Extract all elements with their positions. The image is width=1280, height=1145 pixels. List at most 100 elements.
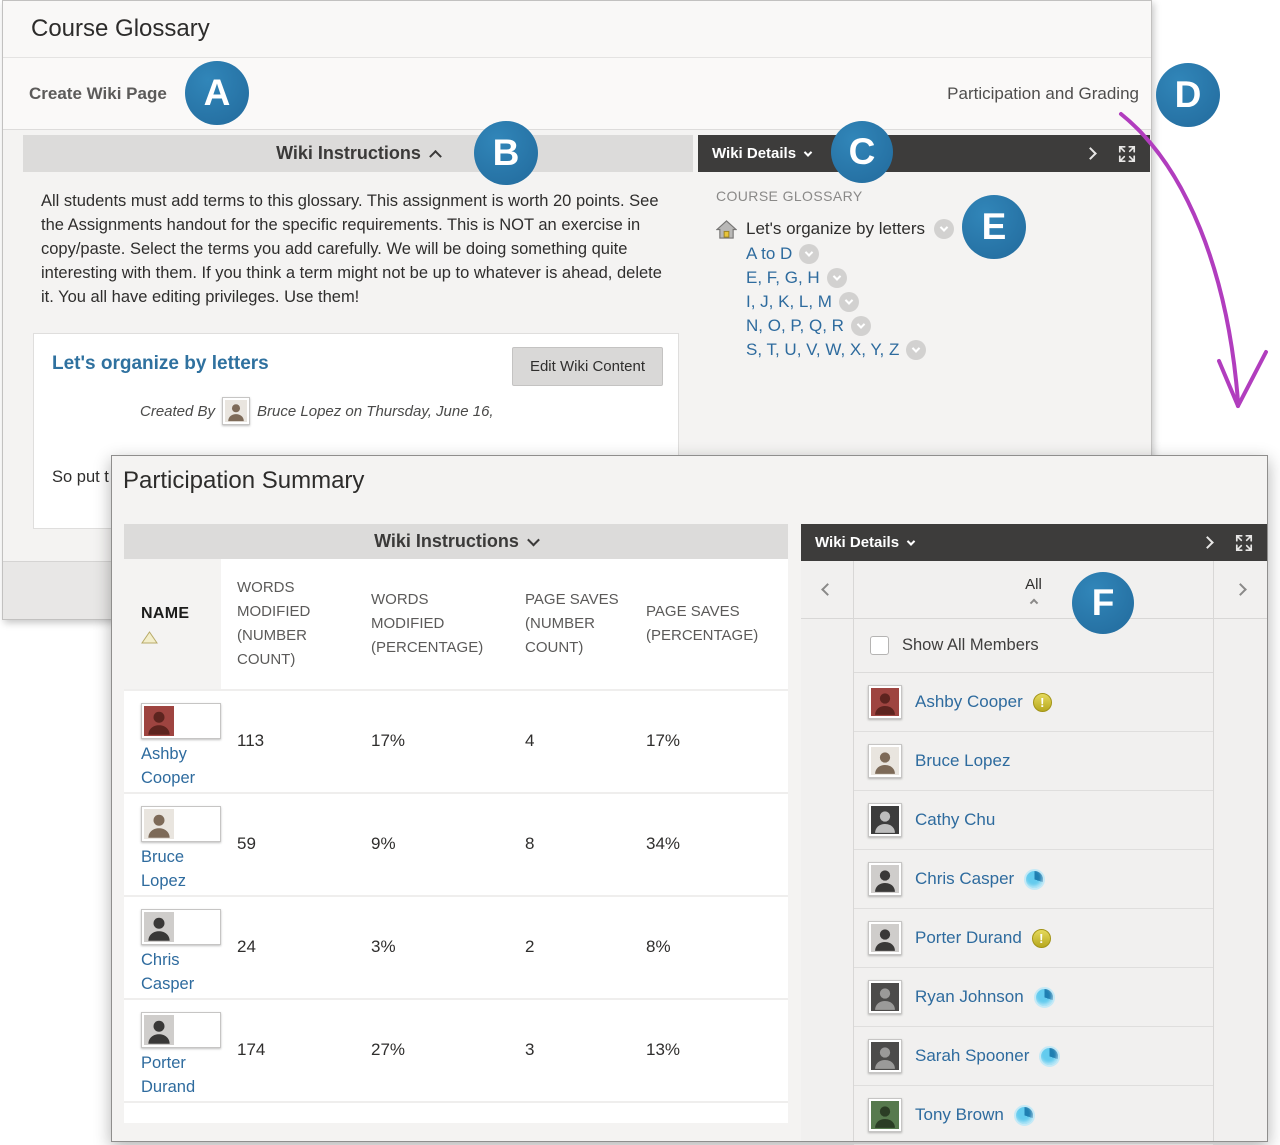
expand-icon[interactable] <box>1235 534 1253 552</box>
table-cell: 174 <box>221 1000 353 1101</box>
member-link[interactable]: Porter Durand <box>915 928 1022 948</box>
previous-page-button[interactable] <box>801 561 853 619</box>
tree-page-item: N, O, P, Q, R <box>746 315 1132 336</box>
next-page-button[interactable] <box>1214 561 1267 619</box>
member-link[interactable]: Bruce Lopez <box>915 751 1010 771</box>
chevron-down-icon[interactable] <box>839 292 859 312</box>
wiki-pages-tree: COURSE GLOSSARY Let's organize by letter… <box>698 172 1150 360</box>
chevron-up-icon <box>429 150 442 163</box>
show-all-members-label: Show All Members <box>902 636 1039 655</box>
avatar <box>868 744 902 778</box>
wiki-page-link[interactable]: I, J, K, L, M <box>746 291 832 312</box>
member-link[interactable]: Ryan Johnson <box>915 987 1024 1007</box>
avatar <box>868 1098 902 1132</box>
avatar <box>868 862 902 896</box>
show-all-members-checkbox[interactable] <box>870 636 889 655</box>
column-header[interactable]: PAGE SAVES (NUMBER COUNT) <box>509 559 633 689</box>
chevron-down-icon[interactable] <box>851 316 871 336</box>
wiki-home-page-link[interactable]: Let's organize by letters <box>746 219 925 239</box>
wiki-details-section: Wiki Details All Show All M <box>801 524 1267 1141</box>
wiki-instructions-header[interactable]: Wiki Instructions <box>23 135 693 172</box>
callout-badge-a: A <box>185 61 249 125</box>
page-title: Course Glossary <box>31 15 210 43</box>
create-wiki-page-button[interactable]: Create Wiki Page <box>29 84 167 104</box>
member-link[interactable]: Chris Casper <box>915 869 1014 889</box>
avatar <box>868 980 902 1014</box>
chevron-down-icon[interactable] <box>827 268 847 288</box>
avatar <box>141 806 221 842</box>
callout-badge-d: D <box>1156 63 1220 127</box>
created-by-line: Created By Bruce Lopez on Thursday, June… <box>140 397 660 426</box>
tree-root-item: Let's organize by letters <box>716 219 1132 239</box>
avatar <box>141 703 221 739</box>
column-header-name[interactable]: NAME <box>124 559 221 689</box>
member-row: Tony Brown <box>854 1086 1213 1145</box>
wiki-page-link[interactable]: S, T, U, V, W, X, Y, Z <box>746 339 899 360</box>
members-panel-main: All Show All Members Ashby Cooper! Bruce … <box>854 561 1213 1141</box>
callout-badge-e: E <box>962 195 1026 259</box>
member-link[interactable]: Porter Durand <box>141 1051 207 1099</box>
avatar-image <box>144 1015 174 1045</box>
avatar <box>141 1012 221 1048</box>
table-cell: 2 <box>509 897 633 998</box>
wiki-page-link[interactable]: E, F, G, H <box>746 267 820 288</box>
avatar <box>222 397 250 425</box>
column-header[interactable]: WORDS MODIFIED (PERCENTAGE) <box>353 559 509 689</box>
table-cell: 3% <box>353 897 509 998</box>
members-panel: All Show All Members Ashby Cooper! Bruce … <box>801 561 1267 1141</box>
avatar-image <box>871 924 899 952</box>
wiki-instructions-title: Wiki Instructions <box>374 531 519 552</box>
member-link[interactable]: Bruce Lopez <box>141 845 207 893</box>
participation-table: NAME WORDS MODIFIED (NUMBER COUNT) WORDS… <box>124 559 788 1123</box>
collapse-panel-icon[interactable] <box>1203 538 1212 547</box>
chevron-down-icon <box>527 534 540 547</box>
callout-badge-c: C <box>831 121 893 183</box>
chevron-down-icon[interactable] <box>934 219 954 239</box>
wiki-instructions-header-overlay[interactable]: Wiki Instructions <box>124 524 788 559</box>
chevron-down-icon[interactable] <box>799 244 819 264</box>
wiki-page-link[interactable]: N, O, P, Q, R <box>746 315 844 336</box>
show-all-members-row: Show All Members <box>854 619 1213 673</box>
wiki-details-title[interactable]: Wiki Details <box>815 534 899 551</box>
chevron-down-icon[interactable] <box>906 340 926 360</box>
collapse-panel-icon[interactable] <box>1086 149 1095 158</box>
avatar-image <box>871 983 899 1011</box>
filter-selected-value: All <box>1025 576 1042 593</box>
filter-selector[interactable]: All <box>854 561 1213 619</box>
column-header[interactable]: PAGE SAVES (PERCENTAGE) <box>633 559 788 689</box>
avatar <box>868 685 902 719</box>
chevron-down-icon <box>804 148 812 156</box>
member-link[interactable]: Chris Casper <box>141 948 207 996</box>
avatar <box>868 1039 902 1073</box>
participation-table-section: Wiki Instructions NAME WORDS MODIFIED (N… <box>124 524 788 1141</box>
table-cell: 113 <box>221 691 353 792</box>
avatar-image <box>871 865 899 893</box>
participation-and-grading-link[interactable]: Participation and Grading <box>947 84 1139 104</box>
pie-chart-icon <box>1014 1105 1035 1126</box>
member-link[interactable]: Tony Brown <box>915 1105 1004 1125</box>
member-link[interactable]: Ashby Cooper <box>141 742 207 790</box>
action-bar: Create Wiki Page Participation and Gradi… <box>3 58 1151 130</box>
member-link[interactable]: Sarah Spooner <box>915 1046 1029 1066</box>
member-link[interactable]: Ashby Cooper <box>915 692 1023 712</box>
warning-icon: ! <box>1032 929 1051 948</box>
pie-chart-icon <box>1034 987 1055 1008</box>
wiki-details-header-overlay: Wiki Details <box>801 524 1267 561</box>
table-cell: 8 <box>509 794 633 895</box>
wiki-page-link[interactable]: A to D <box>746 243 792 264</box>
table-cell: 17% <box>633 691 788 792</box>
tree-page-item: A to D <box>746 243 1132 264</box>
pie-chart-icon <box>1024 869 1045 890</box>
tree-page-item: I, J, K, L, M <box>746 291 1132 312</box>
chevron-up-icon <box>1029 599 1037 607</box>
callout-badge-b: B <box>474 121 538 185</box>
wiki-details-title[interactable]: Wiki Details <box>712 145 796 162</box>
member-link[interactable]: Cathy Chu <box>915 810 995 830</box>
member-row: Chris Casper <box>854 850 1213 909</box>
pie-chart-icon <box>1039 1046 1060 1067</box>
column-header[interactable]: WORDS MODIFIED (NUMBER COUNT) <box>221 559 353 689</box>
avatar <box>141 909 221 945</box>
expand-icon[interactable] <box>1118 145 1136 163</box>
table-row: Porter Durand17427%313% <box>124 998 788 1101</box>
edit-wiki-content-button[interactable]: Edit Wiki Content <box>512 347 663 386</box>
